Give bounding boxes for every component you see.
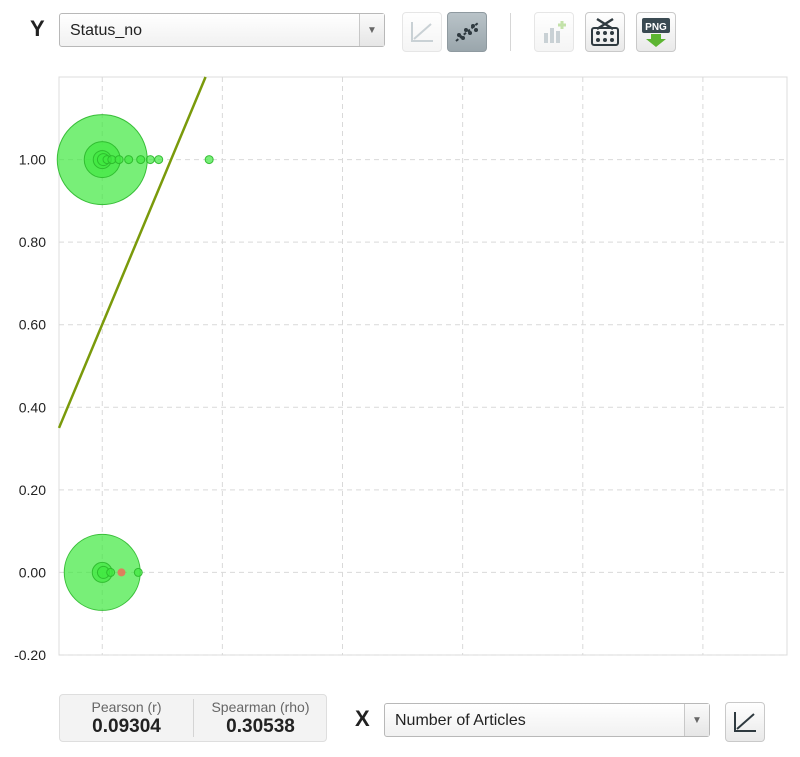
y-tick-label: 1.00 — [19, 152, 46, 168]
toolbar-divider — [510, 13, 511, 51]
y-tick-label: -0.20 — [14, 647, 46, 662]
bubble-layer — [56, 114, 214, 611]
data-point — [114, 155, 124, 165]
data-point — [145, 155, 155, 165]
add-chart-icon — [544, 21, 566, 43]
scatter-chart: -0.200.000.200.400.600.801.000.005.0k10.… — [14, 76, 788, 662]
x-axis-line-button[interactable] — [725, 702, 765, 742]
pearson-stat: Pearson (r) 0.09304 — [60, 699, 193, 738]
data-point — [154, 155, 164, 165]
y-tick-label: 0.40 — [19, 399, 46, 415]
chevron-down-icon: ▼ — [684, 704, 709, 736]
y-tick-label: 0.20 — [19, 482, 46, 498]
chevron-down-icon: ▼ — [359, 14, 384, 46]
png-download-button[interactable]: PNG — [636, 12, 676, 52]
data-point — [204, 155, 214, 165]
y-variable-select[interactable]: Status_no ▼ — [59, 13, 385, 47]
shuffle-grid-button[interactable] — [585, 12, 625, 52]
pearson-value: 0.09304 — [92, 716, 161, 737]
line-chart-icon — [411, 22, 433, 42]
highlighted-point — [117, 568, 126, 577]
add-chart-button[interactable] — [534, 12, 574, 52]
spearman-label: Spearman (rho) — [211, 699, 310, 715]
png-download-icon: PNG — [642, 18, 670, 47]
shuffle-grid-icon — [591, 17, 619, 46]
y-tick-label: 0.80 — [19, 234, 46, 250]
correlation-stats: Pearson (r) 0.09304 Spearman (rho) 0.305… — [59, 694, 327, 742]
data-point — [136, 155, 146, 165]
pearson-label: Pearson (r) — [91, 699, 162, 715]
y-tick-label: 0.00 — [19, 564, 46, 580]
scatter-plot-button[interactable] — [447, 12, 487, 52]
png-label: PNG — [645, 22, 667, 33]
scatter-plot-icon — [455, 22, 479, 42]
y-axis-letter: Y — [30, 16, 45, 41]
x-variable-value: Number of Articles — [395, 712, 526, 729]
line-chart-button[interactable] — [402, 12, 442, 52]
data-point — [133, 567, 143, 577]
data-point — [106, 567, 116, 577]
x-variable-select[interactable]: Number of Articles ▼ — [384, 703, 710, 737]
x-axis-letter: X — [355, 706, 370, 731]
y-tick-label: 0.60 — [19, 317, 46, 333]
spearman-value: 0.30538 — [226, 716, 295, 737]
data-point — [124, 155, 134, 165]
spearman-stat: Spearman (rho) 0.30538 — [194, 699, 327, 738]
y-variable-value: Status_no — [70, 22, 143, 39]
line-chart-icon — [734, 712, 756, 732]
